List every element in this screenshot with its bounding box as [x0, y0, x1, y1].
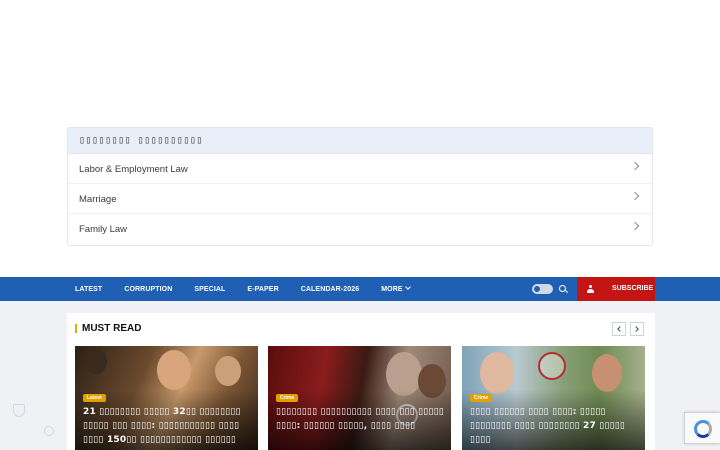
nav-link-special[interactable]: SPECIAL: [183, 286, 236, 293]
chevron-left-icon: [617, 326, 623, 332]
story-image-figure: [85, 348, 107, 374]
carousel-prev-button[interactable]: [612, 322, 626, 336]
story-headline[interactable]: 21 ▯▯▯▯▯▯▯▯ ▯▯▯▯▯ 32▯▯ ▯▯▯▯▯▯▯▯ ▯▯▯▯▯ ▯▯…: [83, 405, 253, 450]
story-image-figure: [480, 352, 514, 394]
carousel-next-button[interactable]: [630, 322, 644, 336]
story-headline[interactable]: ▯▯▯▯ ▯▯▯▯▯▯ ▯▯▯▯ ▯▯▯▯: ▯▯▯▯▯ ▯▯▯▯▯▯▯▯ ▯▯…: [470, 405, 640, 447]
dark-mode-toggle[interactable]: [532, 284, 553, 294]
story-card[interactable]: Crime ▯▯▯▯ ▯▯▯▯▯▯ ▯▯▯▯ ▯▯▯▯: ▯▯▯▯▯ ▯▯▯▯▯…: [462, 346, 645, 450]
user-icon: [587, 285, 594, 293]
related-search-label: Family Law: [79, 224, 128, 235]
story-category-tag[interactable]: Crime: [276, 394, 299, 402]
related-search-label: Labor & Employment Law: [79, 164, 188, 175]
nav-link-latest[interactable]: LATEST: [64, 286, 113, 293]
shield-icon[interactable]: [13, 404, 25, 417]
subscribe-button[interactable]: SUBSCRIBE: [577, 277, 655, 301]
related-searches-panel: ▯▯▯▯▯▯▯▯ ▯▯▯▯▯▯▯▯▯▯ Labor & Employment L…: [67, 127, 653, 246]
story-card[interactable]: Crime ▯▯▯▯▯▯▯▯ ▯▯▯▯▯▯▯▯▯▯ ▯▯▯▯ ▯▯▯ ▯▯▯▯▯…: [268, 346, 451, 450]
subscribe-label: SUBSCRIBE: [612, 285, 654, 292]
chevron-down-icon: [404, 283, 411, 290]
must-read-title: MUST READ: [82, 323, 142, 334]
nav-link-more[interactable]: MORE: [370, 283, 420, 293]
story-card[interactable]: Latest 21 ▯▯▯▯▯▯▯▯ ▯▯▯▯▯ 32▯▯ ▯▯▯▯▯▯▯▯ ▯…: [75, 346, 258, 450]
related-search-label: Marriage: [79, 194, 117, 205]
nav-link-corruption[interactable]: CORRUPTION: [113, 286, 183, 293]
chevron-right-icon: [630, 161, 640, 171]
story-category-tag[interactable]: Crime: [470, 394, 493, 402]
related-search-item[interactable]: Family Law: [68, 214, 652, 244]
related-search-item[interactable]: Marriage: [68, 184, 652, 214]
nav-links: LATEST CORRUPTION SPECIAL E-PAPER CALEND…: [64, 277, 421, 301]
story-category-tag[interactable]: Latest: [83, 394, 106, 402]
chevron-right-icon: [630, 221, 640, 231]
section-accent-bar: [75, 324, 77, 333]
search-icon[interactable]: [559, 285, 566, 292]
nav-link-calendar[interactable]: CALENDAR-2026: [290, 286, 370, 293]
toggle-knob: [534, 286, 540, 292]
nav-more-label: MORE: [381, 285, 403, 293]
nav-link-e-paper[interactable]: E-PAPER: [236, 286, 289, 293]
recaptcha-badge[interactable]: [684, 412, 720, 444]
clock-icon[interactable]: [44, 426, 54, 436]
story-image-figure: [157, 350, 191, 390]
recaptcha-icon: [694, 420, 712, 438]
story-headline[interactable]: ▯▯▯▯▯▯▯▯ ▯▯▯▯▯▯▯▯▯▯ ▯▯▯▯ ▯▯▯ ▯▯▯▯▯ ▯▯▯▯:…: [276, 405, 446, 433]
chevron-right-icon: [630, 191, 640, 201]
related-searches-heading: ▯▯▯▯▯▯▯▯ ▯▯▯▯▯▯▯▯▯▯: [68, 128, 652, 154]
chevron-right-icon: [633, 326, 639, 332]
related-search-item[interactable]: Labor & Employment Law: [68, 154, 652, 184]
story-image-figure: [592, 354, 622, 392]
story-image-figure: [215, 356, 241, 386]
story-image-stamp: [538, 352, 566, 380]
